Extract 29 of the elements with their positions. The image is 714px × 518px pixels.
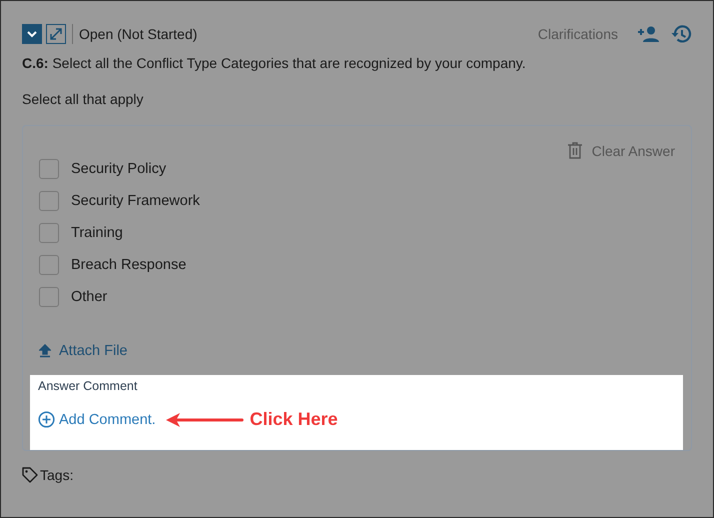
- attach-file-button[interactable]: Attach File: [39, 343, 128, 359]
- collapse-button[interactable]: [22, 24, 42, 44]
- upload-icon: [39, 344, 51, 358]
- chevron-down-icon: [27, 30, 37, 38]
- checkbox[interactable]: [39, 287, 59, 307]
- instruction-text: Select all that apply: [22, 91, 144, 107]
- plus-circle-icon: [38, 411, 55, 428]
- clarifications-link[interactable]: Clarifications: [538, 26, 618, 42]
- checkbox[interactable]: [39, 191, 59, 211]
- callout-text: Click Here: [250, 409, 338, 430]
- comment-label: Answer Comment: [38, 379, 138, 393]
- question-text: C.6: Select all the Conflict Type Categories that are recognized by your company.: [22, 55, 527, 71]
- option-label: Other: [71, 289, 108, 305]
- checkbox[interactable]: [39, 223, 59, 243]
- add-person-icon[interactable]: [638, 26, 660, 42]
- add-comment-link[interactable]: Add Comment.: [38, 411, 156, 428]
- option-label: Breach Response: [71, 257, 186, 273]
- option-label: Training: [71, 225, 123, 241]
- clear-answer-button[interactable]: Clear Answer: [568, 142, 675, 159]
- option-label: Security Policy: [71, 161, 166, 177]
- tags-label: Tags:: [40, 467, 74, 483]
- trash-icon: [568, 142, 582, 159]
- history-icon[interactable]: [670, 24, 692, 44]
- tag-icon: [22, 467, 38, 483]
- option-label: Security Framework: [71, 193, 200, 209]
- checkbox[interactable]: [39, 255, 59, 275]
- checkbox[interactable]: [39, 159, 59, 179]
- status-text: Open (Not Started): [79, 26, 198, 42]
- expand-icon: [49, 27, 63, 41]
